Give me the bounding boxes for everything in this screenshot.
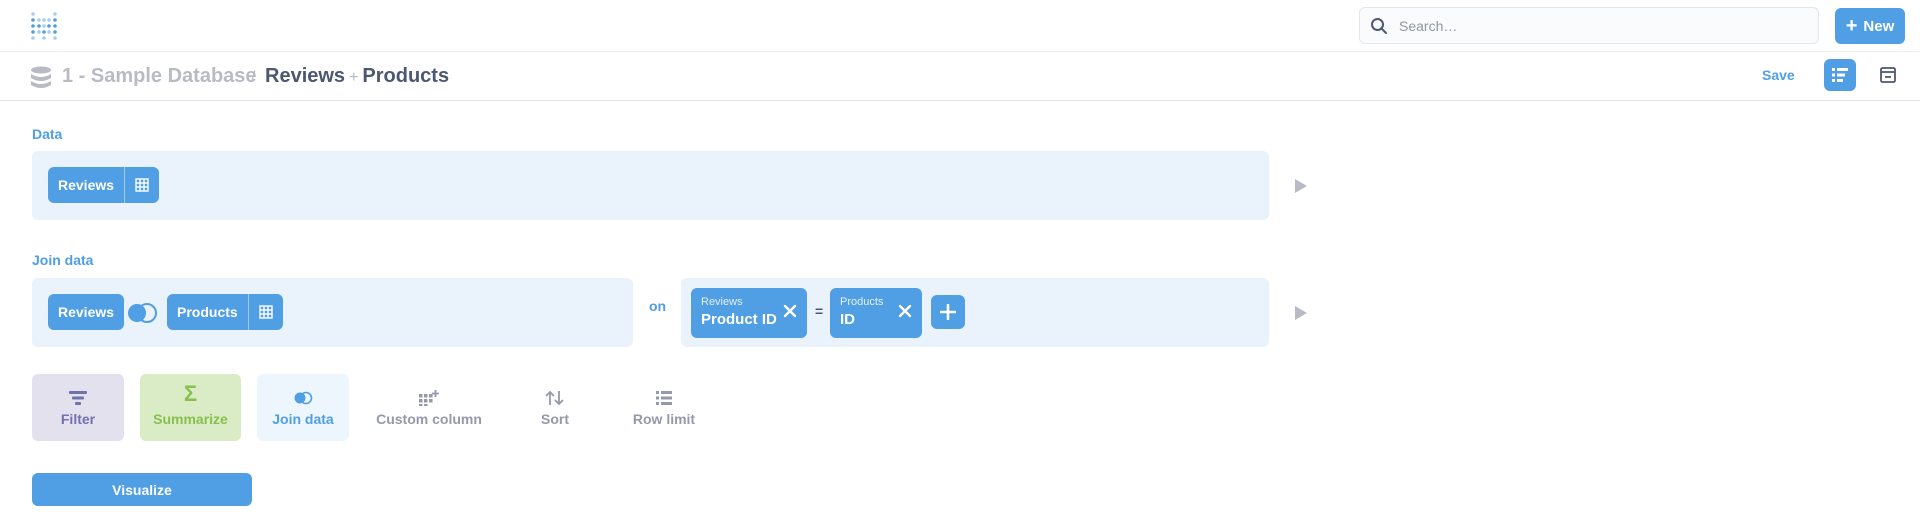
custom-column-button[interactable]: Custom column	[370, 374, 488, 441]
table-grid-icon[interactable]	[247, 294, 283, 330]
left-join-icon[interactable]	[126, 302, 158, 324]
query-title: Reviews + Products	[265, 62, 449, 92]
notebook-toggle-button[interactable]	[1824, 59, 1856, 91]
join-icon	[293, 388, 313, 408]
sort-button[interactable]: Sort	[525, 374, 585, 441]
join-left-column-table: Reviews	[701, 296, 743, 308]
search-input[interactable]	[1399, 8, 1809, 43]
add-condition-button[interactable]	[931, 295, 965, 329]
visualize-button[interactable]: Visualize	[32, 473, 252, 506]
join-left-table-pill[interactable]: Reviews	[48, 294, 125, 330]
metabase-logo-icon[interactable]	[30, 11, 58, 41]
join-right-table-pill[interactable]: Products	[167, 294, 283, 330]
close-icon[interactable]	[898, 304, 912, 318]
data-table-name: Reviews	[58, 177, 115, 193]
data-step-panel	[32, 151, 1269, 220]
row-limit-label: Row limit	[632, 411, 696, 427]
query-title-right: Products	[362, 65, 450, 87]
filter-label: Filter	[60, 411, 96, 427]
preview-play-icon[interactable]	[1294, 178, 1308, 194]
join-right-column-name: ID	[840, 311, 855, 328]
list-icon	[654, 388, 674, 408]
sql-preview-icon	[1880, 67, 1896, 83]
sql-preview-button[interactable]	[1872, 59, 1904, 91]
join-right-column-table: Products	[840, 296, 884, 308]
sigma-icon: Σ	[183, 381, 198, 406]
save-button[interactable]: Save	[1762, 67, 1795, 83]
breadcrumb-separator: /	[251, 69, 256, 86]
query-title-plus: +	[349, 69, 359, 86]
row-limit-button[interactable]: Row limit	[620, 374, 708, 441]
add-column-icon	[419, 388, 439, 408]
preview-play-icon[interactable]	[1294, 305, 1308, 321]
join-right-table-name: Products	[177, 304, 238, 320]
search-icon	[1371, 18, 1387, 34]
join-left-table-name: Reviews	[58, 304, 115, 320]
join-left-column-pill[interactable]: Reviews Product ID	[691, 288, 807, 338]
data-table-pill[interactable]: Reviews	[48, 167, 160, 203]
top-navbar: + New	[0, 0, 1920, 52]
notebook-icon	[1832, 68, 1848, 82]
join-section-label: Join data	[32, 252, 94, 268]
breadcrumb-database[interactable]: 1 - Sample Database	[62, 62, 257, 90]
custom-column-label: Custom column	[376, 411, 482, 427]
search-bar[interactable]	[1359, 7, 1819, 44]
query-header: 1 - Sample Database / Reviews + Products	[0, 52, 1920, 101]
join-right-column-pill[interactable]: Products ID	[830, 288, 922, 338]
close-icon[interactable]	[783, 304, 797, 318]
join-data-button[interactable]: Join data	[257, 374, 349, 441]
plus-icon	[940, 304, 956, 320]
sort-label: Sort	[541, 411, 569, 427]
filter-button[interactable]: Filter	[32, 374, 124, 441]
join-left-column-name: Product ID	[701, 311, 777, 328]
join-data-label: Join data	[272, 411, 334, 427]
data-section-label: Data	[32, 126, 63, 142]
join-on-label: on	[649, 298, 667, 314]
summarize-button[interactable]: Σ Summarize	[140, 374, 241, 441]
table-grid-icon[interactable]	[124, 167, 159, 203]
plus-icon: +	[1845, 15, 1858, 37]
new-button-label: New	[1863, 17, 1895, 35]
summarize-label: Summarize	[153, 411, 228, 427]
join-operator[interactable]: =	[815, 303, 823, 319]
filter-icon	[68, 388, 88, 408]
database-icon	[31, 66, 51, 88]
sort-icon	[545, 388, 565, 408]
new-button[interactable]: + New	[1835, 8, 1905, 44]
query-title-left: Reviews	[265, 65, 346, 87]
